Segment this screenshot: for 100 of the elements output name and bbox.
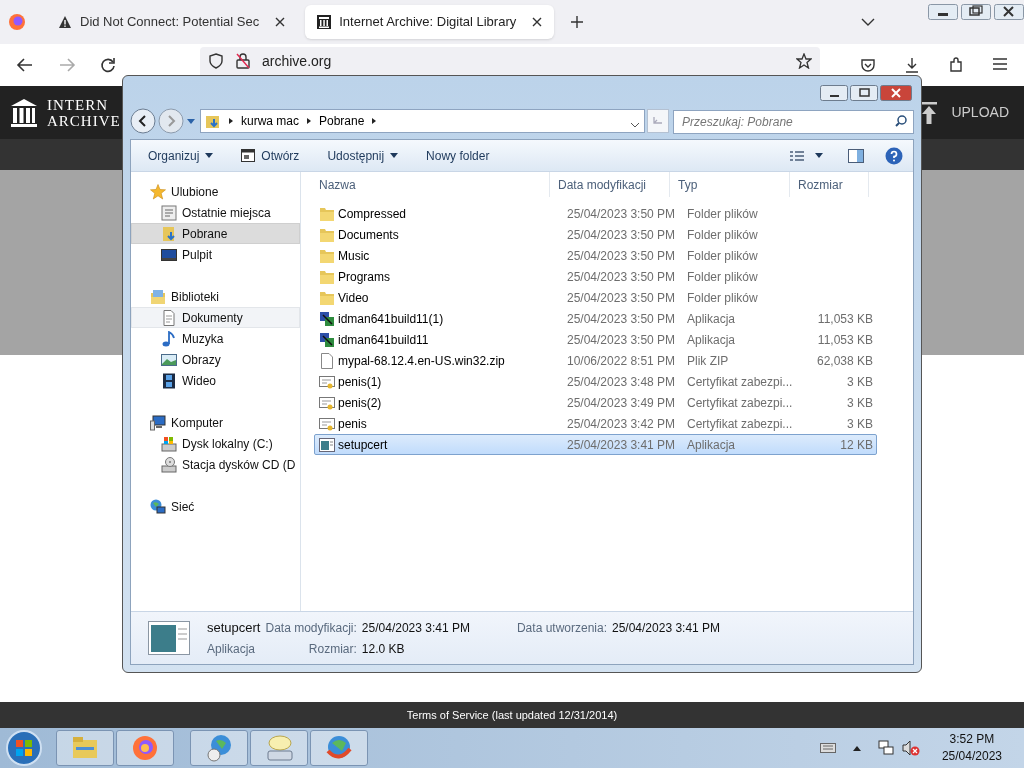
close-icon[interactable]: [275, 17, 286, 27]
nav-item[interactable]: Dokumenty: [131, 307, 300, 328]
terms-link[interactable]: Terms of Service (last updated 12/31/2014): [406, 706, 618, 724]
nav-group[interactable]: Ulubione: [131, 181, 300, 202]
file-row[interactable]: mypal-68.12.4.en-US.win32.zip 10/06/2022 8:51 PM Plik ZIP 62,038 KB: [314, 350, 877, 371]
pocket-icon[interactable]: [860, 57, 876, 73]
file-name[interactable]: Documents: [338, 225, 399, 244]
nav-item[interactable]: Dysk lokalny (C:): [131, 433, 300, 454]
close-button[interactable]: [880, 85, 912, 101]
nav-item[interactable]: Ostatnie miejsca: [131, 202, 300, 223]
nav-item[interactable]: Stacja dysków CD (D: [131, 454, 300, 475]
firefox-icon: [8, 13, 26, 31]
file-name[interactable]: penis: [338, 414, 367, 433]
file-name[interactable]: setupcert: [338, 435, 388, 454]
preview-pane-icon[interactable]: [848, 148, 864, 163]
file-name[interactable]: Music: [338, 246, 370, 265]
nav-group[interactable]: Biblioteki: [131, 286, 300, 307]
nav-item[interactable]: Pulpit: [131, 244, 300, 265]
browser-tab[interactable]: Internet Archive: Digital Library: [305, 5, 555, 39]
nav-item[interactable]: Muzyka: [131, 328, 300, 349]
nav-item[interactable]: Pobrane: [131, 223, 300, 244]
reload-icon[interactable]: [100, 57, 116, 73]
nav-group[interactable]: Komputer: [131, 412, 300, 433]
file-row[interactable]: setupcert 25/04/2023 3:41 PM Aplikacja 12 KB: [314, 434, 877, 455]
back-button[interactable]: [130, 108, 156, 134]
file-row[interactable]: penis(2) 25/04/2023 3:49 PM Certyfikat zabezpi... 3 KB: [314, 392, 877, 413]
address-bar[interactable]: kurwa mac Pobrane: [200, 109, 645, 133]
volume-muted-icon[interactable]: [901, 740, 920, 756]
nav-item[interactable]: Obrazy: [131, 349, 300, 370]
clock-date[interactable]: 25/04/2023: [941, 748, 1002, 765]
star-icon[interactable]: [796, 53, 812, 69]
browser-tab[interactable]: Did Not Connect: Potential Sec: [46, 5, 298, 39]
close-icon[interactable]: [532, 17, 543, 27]
upload-icon[interactable]: [921, 101, 938, 124]
breadcrumb-item[interactable]: Pobrane: [319, 112, 365, 130]
nav-group[interactable]: Sieć: [131, 496, 300, 517]
search-icon[interactable]: [895, 115, 907, 127]
folder-icon: [319, 268, 335, 285]
file-row[interactable]: penis(1) 25/04/2023 3:48 PM Certyfikat zabezpi... 3 KB: [314, 371, 877, 392]
chevron-down-icon[interactable]: [861, 17, 875, 27]
menu-icon[interactable]: [992, 57, 1008, 71]
file-name[interactable]: mypal-68.12.4.en-US.win32.zip: [338, 351, 505, 370]
file-row[interactable]: idman641build11 25/04/2023 3:50 PM Aplikacja 11,053 KB: [314, 329, 877, 350]
maximize-button[interactable]: [850, 85, 878, 101]
taskbar-button[interactable]: [190, 730, 248, 766]
minimize-button[interactable]: [928, 4, 958, 20]
file-name[interactable]: idman641build11(1): [338, 309, 444, 328]
nav-item[interactable]: Wideo: [131, 370, 300, 391]
address-bar[interactable]: archive.org: [200, 47, 820, 75]
help-icon[interactable]: [885, 146, 903, 165]
search-field[interactable]: Przeszukaj: Pobrane: [673, 110, 914, 134]
chevron-up-icon[interactable]: [851, 744, 862, 752]
chevron-right-icon[interactable]: [371, 117, 378, 125]
column-header[interactable]: Nazwa: [301, 172, 550, 197]
file-name[interactable]: Video: [338, 288, 369, 307]
taskbar-button[interactable]: [310, 730, 368, 766]
file-name[interactable]: penis(1): [338, 372, 382, 391]
puzzle-icon[interactable]: [948, 57, 964, 73]
taskbar-button[interactable]: [250, 730, 308, 766]
file-row[interactable]: penis 25/04/2023 3:42 PM Certyfikat zabezpi... 3 KB: [314, 413, 877, 434]
network-icon[interactable]: [877, 740, 894, 756]
chevron-right-icon[interactable]: [306, 117, 312, 125]
file-row[interactable]: Documents 25/04/2023 3:50 PM Folder plików: [314, 224, 877, 245]
column-header[interactable]: Rozmiar: [790, 172, 869, 197]
clock-time[interactable]: 3:52 PM: [949, 731, 995, 748]
file-name[interactable]: Programs: [338, 267, 390, 286]
chevron-right-icon: [228, 117, 234, 125]
toolbar-button[interactable]: Udostępnij: [319, 143, 407, 168]
taskbar-button[interactable]: [116, 730, 174, 766]
folder-icon: [319, 247, 335, 264]
file-row[interactable]: Video 25/04/2023 3:50 PM Folder plików: [314, 287, 877, 308]
download-icon[interactable]: [904, 57, 920, 73]
new-tab-icon[interactable]: [570, 15, 585, 29]
chevron-down-icon[interactable]: [630, 121, 640, 129]
museum-icon[interactable]: [10, 97, 38, 128]
close-button[interactable]: [994, 4, 1024, 20]
restore-button[interactable]: [961, 4, 991, 20]
breadcrumb-item[interactable]: kurwa mac: [241, 112, 299, 130]
view-options-icon[interactable]: [789, 149, 805, 162]
toolbar-button[interactable]: Nowy folder: [418, 143, 498, 168]
file-row[interactable]: idman641build11(1) 25/04/2023 3:50 PM Aplikacja 11,053 KB: [314, 308, 877, 329]
file-row[interactable]: Programs 25/04/2023 3:50 PM Folder plików: [314, 266, 877, 287]
column-header[interactable]: Data modyfikacji: [550, 172, 670, 197]
file-name[interactable]: Compressed: [338, 204, 407, 223]
toolbar-button[interactable]: Otwórz: [233, 143, 308, 168]
start-button[interactable]: [4, 728, 44, 768]
file-row[interactable]: Compressed 25/04/2023 3:50 PM Folder plików: [314, 203, 877, 224]
dropdown-arrow-icon[interactable]: [186, 117, 196, 125]
file-name[interactable]: penis(2): [338, 393, 382, 412]
detail-value: 12.0 KB: [361, 640, 406, 658]
file-name[interactable]: idman641build11: [338, 330, 429, 349]
caret-icon[interactable]: [815, 153, 823, 158]
minimize-button[interactable]: [820, 85, 848, 101]
column-header[interactable]: Typ: [670, 172, 790, 197]
file-row[interactable]: Music 25/04/2023 3:50 PM Folder plików: [314, 245, 877, 266]
toolbar-button[interactable]: Organizuj: [140, 143, 222, 168]
back-icon[interactable]: [16, 57, 34, 73]
upload-link[interactable]: UPLOAD: [951, 102, 1009, 123]
desktop-icon: [161, 246, 177, 263]
certificate-icon: [319, 394, 335, 411]
